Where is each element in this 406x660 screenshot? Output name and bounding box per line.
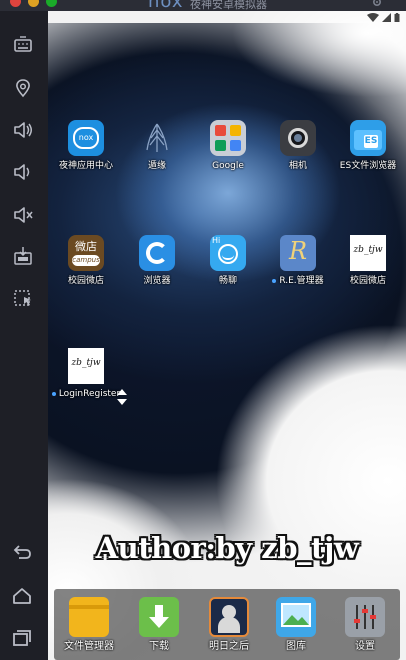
- new-app-dot: [51, 391, 56, 396]
- wifi-icon: [367, 12, 379, 22]
- screenshot-select-icon: [14, 290, 31, 306]
- app-re-manager[interactable]: R R.E.管理器: [262, 235, 334, 287]
- close-window-button[interactable]: [10, 0, 21, 7]
- app-label: ES文件浏览器: [339, 161, 397, 171]
- app-label: 校园微店: [349, 276, 386, 286]
- file-manager-icon: [69, 597, 109, 637]
- app-camera[interactable]: 相机: [262, 120, 334, 172]
- signal-icon: [382, 12, 391, 22]
- location-pin-icon: [16, 79, 30, 98]
- back-icon: [13, 545, 31, 559]
- window-titlebar: nox 夜神安卓模拟器: [0, 0, 406, 11]
- game-icon: [209, 597, 249, 637]
- app-login-register[interactable]: zb_tjw LoginRegister: [50, 348, 122, 400]
- camera-icon: [280, 120, 316, 156]
- dock-game[interactable]: 明日之后: [193, 597, 265, 652]
- app-label: 设置: [355, 641, 375, 652]
- app-label: 夜神应用中心: [58, 161, 113, 171]
- dock-download[interactable]: 下载: [123, 597, 195, 652]
- app-label: 校园微店: [67, 276, 104, 286]
- brand-logo: nox: [148, 0, 184, 11]
- app-label: 文件管理器: [64, 641, 114, 652]
- app-google-folder[interactable]: Google: [192, 120, 264, 172]
- app-label: 相机: [288, 161, 307, 171]
- screenshot-select-button[interactable]: [12, 287, 34, 309]
- home-icon: [13, 588, 31, 604]
- dunyuan-feather-icon: [139, 120, 175, 156]
- apk-install-button[interactable]: [12, 245, 34, 267]
- download-icon: [139, 597, 179, 637]
- app-label: 明日之后: [209, 641, 249, 652]
- home-button[interactable]: [10, 586, 34, 606]
- app-nox-app-center[interactable]: nox 夜神应用中心: [50, 120, 122, 172]
- gear-icon[interactable]: [372, 0, 382, 7]
- app-es-file-explorer[interactable]: ES ES文件浏览器: [332, 120, 404, 172]
- android-screen[interactable]: nox 夜神应用中心 遁缘 Google 相机 ES ES文件浏览器 微店 ca…: [48, 11, 406, 660]
- app-label: 畅聊: [218, 276, 237, 286]
- battery-icon: [394, 12, 400, 22]
- dock-gallery[interactable]: 图库: [260, 597, 332, 652]
- app-label: 图库: [286, 641, 306, 652]
- chat-icon: Hi: [210, 235, 246, 271]
- maximize-window-button[interactable]: [46, 0, 57, 7]
- app-label: 浏览器: [143, 276, 171, 286]
- drag-handle-icon[interactable]: [116, 389, 128, 405]
- browser-icon: [139, 235, 175, 271]
- campus-store-icon: 微店 campus: [68, 235, 104, 271]
- keyboard-icon: [14, 36, 32, 52]
- app-label: R.E.管理器: [262, 276, 334, 287]
- android-status-bar: [48, 11, 406, 23]
- app-chat[interactable]: Hi 畅聊: [192, 235, 264, 287]
- zb-tjw-icon: zb_tjw: [68, 348, 104, 384]
- nox-app-center-icon: nox: [68, 120, 104, 156]
- gallery-icon: [276, 597, 316, 637]
- dock-file-manager[interactable]: 文件管理器: [53, 597, 125, 652]
- recent-apps-button[interactable]: [10, 628, 34, 648]
- minimize-window-button[interactable]: [28, 0, 39, 7]
- app-label: 遁缘: [147, 161, 166, 171]
- volume-down-icon: [14, 164, 30, 180]
- window-title: 夜神安卓模拟器: [190, 0, 267, 11]
- app-label: Google: [212, 161, 244, 171]
- settings-icon: [345, 597, 385, 637]
- app-campus-store[interactable]: 微店 campus 校园微店: [50, 235, 122, 287]
- new-app-dot: [272, 278, 277, 283]
- recent-apps-icon: [13, 630, 31, 646]
- author-watermark: Author:by zb_tjw: [95, 531, 359, 565]
- volume-up-button[interactable]: [12, 119, 34, 141]
- dock-settings[interactable]: 设置: [329, 597, 401, 652]
- location-button[interactable]: [12, 77, 34, 99]
- zb-tjw-icon: zb_tjw: [350, 235, 386, 271]
- volume-down-button[interactable]: [12, 161, 34, 183]
- es-file-explorer-icon: ES: [350, 120, 386, 156]
- back-button[interactable]: [10, 543, 34, 563]
- emulator-toolbar: [0, 11, 48, 660]
- app-label: LoginRegister: [50, 389, 122, 400]
- apk-install-icon: [14, 247, 32, 265]
- app-label: 下载: [149, 641, 169, 652]
- volume-mute-button[interactable]: [12, 204, 34, 226]
- google-folder-icon: [210, 120, 246, 156]
- volume-mute-icon: [14, 207, 33, 223]
- dock: 文件管理器 下载 明日之后 图库 设置: [54, 589, 400, 660]
- re-manager-icon: R: [280, 235, 316, 271]
- app-dunyuan[interactable]: 遁缘: [121, 120, 193, 172]
- app-browser[interactable]: 浏览器: [121, 235, 193, 287]
- app-campus-store-2[interactable]: zb_tjw 校园微店: [332, 235, 404, 287]
- volume-up-icon: [14, 122, 32, 138]
- keyboard-button[interactable]: [12, 34, 34, 56]
